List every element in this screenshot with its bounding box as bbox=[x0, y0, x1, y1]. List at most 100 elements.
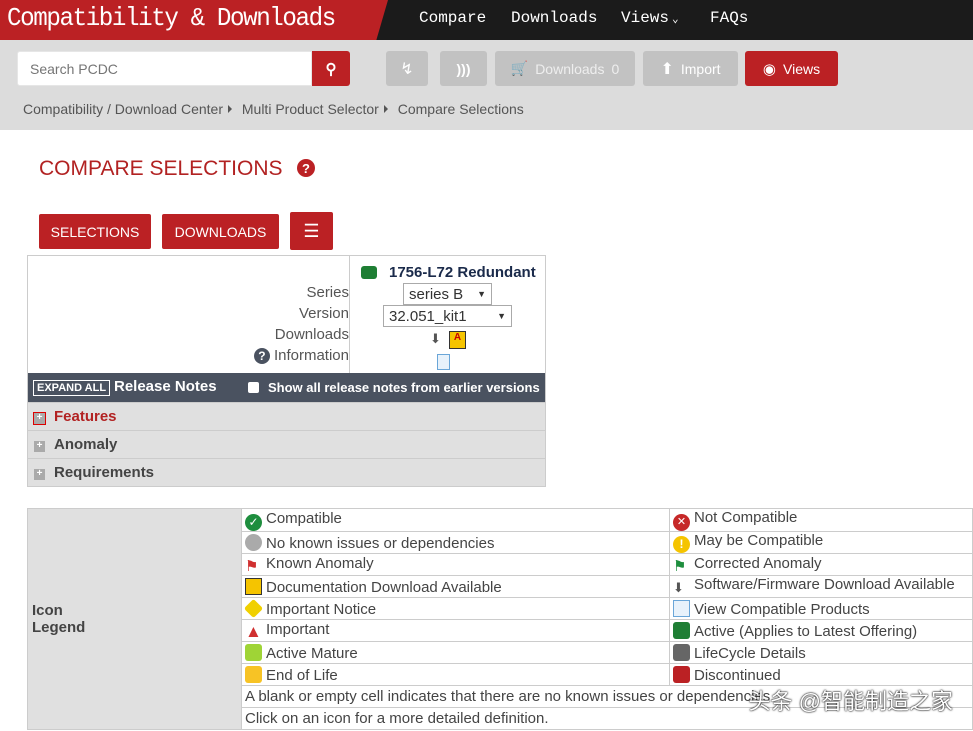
legend-view-compatible[interactable]: View Compatible Products bbox=[669, 597, 973, 620]
active-status-icon[interactable] bbox=[361, 266, 377, 279]
breadcrumb-item[interactable]: Compatibility / Download Center bbox=[23, 101, 223, 117]
download-icon: ⬇ bbox=[673, 580, 684, 595]
product-header: 1756-L72 Redundant bbox=[361, 264, 536, 281]
legend-documentation[interactable]: Documentation Download Available bbox=[241, 575, 670, 598]
view-compatible-products-icon[interactable] bbox=[437, 354, 450, 370]
nav-compare[interactable]: Compare bbox=[419, 9, 486, 27]
section-label: Features bbox=[54, 408, 117, 425]
nav-faqs[interactable]: FAQs bbox=[710, 9, 748, 27]
help-icon[interactable]: ? bbox=[297, 159, 315, 177]
series-value: series B bbox=[409, 285, 464, 303]
cart-icon: 🛒 bbox=[510, 60, 529, 76]
check-icon: ✓ bbox=[245, 513, 262, 531]
active-mature-icon bbox=[245, 643, 262, 661]
section-label: Anomaly bbox=[54, 436, 118, 453]
end-of-life-icon bbox=[245, 665, 262, 683]
exclamation-icon: ! bbox=[673, 536, 690, 553]
rss-icon: ))) bbox=[456, 60, 471, 77]
section-features[interactable]: + Features bbox=[28, 402, 545, 430]
series-label: Series bbox=[306, 284, 349, 301]
eye-icon: ◉ bbox=[762, 60, 776, 78]
legend-known-anomaly[interactable]: ⚑ Known Anomaly bbox=[241, 553, 670, 576]
search-button[interactable]: ⚲ bbox=[312, 51, 350, 86]
legend-important[interactable]: ▲ Important bbox=[241, 619, 670, 642]
expand-icon: + bbox=[33, 412, 46, 425]
legend-active-mature[interactable]: Active Mature bbox=[241, 641, 670, 664]
breadcrumb-current: Compare Selections bbox=[397, 101, 524, 117]
dropdown-arrow-icon: ▼ bbox=[497, 311, 506, 321]
pdf-icon bbox=[245, 577, 262, 595]
software-download-icon[interactable]: ⬇ bbox=[430, 331, 441, 347]
import-label: Import bbox=[680, 60, 721, 77]
caret-right-icon bbox=[227, 105, 232, 113]
legend-compatible[interactable]: ✓ Compatible bbox=[241, 508, 670, 532]
legend-discontinued[interactable]: Discontinued bbox=[669, 663, 973, 686]
warning-icon: ▲ bbox=[245, 622, 262, 641]
upload-icon: ⬆ bbox=[660, 60, 674, 78]
dropdown-arrow-icon: ▼ bbox=[477, 289, 486, 299]
compatible-products-icon bbox=[673, 599, 690, 617]
release-notes-bar: EXPAND ALL Release Notes Show all releas… bbox=[28, 373, 545, 402]
search-input[interactable] bbox=[17, 51, 312, 86]
show-all-checkbox[interactable] bbox=[248, 382, 259, 393]
series-select[interactable]: series B ▼ bbox=[403, 283, 492, 305]
downloads-count: 0 bbox=[611, 60, 620, 77]
section-label: Requirements bbox=[54, 464, 155, 481]
version-value: 32.051_kit1 bbox=[389, 307, 467, 325]
compare-table: Series Version Downloads ? Information 17… bbox=[27, 255, 546, 487]
green-flag-icon: ⚑ bbox=[673, 558, 687, 575]
lifecycle-icon bbox=[673, 643, 690, 661]
brand-logo[interactable]: Compatibility & Downloads bbox=[0, 0, 388, 40]
downloads-label: Downloads bbox=[274, 326, 349, 343]
legend-not-compatible[interactable]: ✕ Not Compatible bbox=[669, 508, 973, 532]
expand-all-button[interactable]: EXPAND ALL bbox=[33, 380, 111, 396]
gray-dot-icon bbox=[245, 533, 262, 551]
downloads-button[interactable]: DOWNLOADS bbox=[162, 214, 279, 249]
information-label: Information bbox=[273, 347, 349, 364]
nav-views[interactable]: Views ⌄ bbox=[621, 9, 679, 27]
red-flag-icon: ⚑ bbox=[245, 558, 259, 575]
brand-title: Compatibility & Downloads bbox=[7, 3, 336, 33]
caret-right-icon bbox=[383, 105, 388, 113]
expand-icon: + bbox=[34, 469, 45, 480]
search-icon: ⚲ bbox=[325, 60, 337, 78]
legend-corrected-anomaly[interactable]: ⚑ Corrected Anomaly bbox=[669, 553, 973, 576]
x-icon: ✕ bbox=[673, 514, 690, 531]
show-all-label[interactable]: Show all release notes from earlier vers… bbox=[268, 380, 540, 395]
legend-active[interactable]: Active (Applies to Latest Offering) bbox=[669, 619, 973, 642]
import-button[interactable]: ⬆ Import bbox=[643, 51, 738, 86]
watermark: 头条 @智能制造之家 bbox=[748, 689, 953, 714]
legend-no-issues[interactable]: No known issues or dependencies bbox=[241, 531, 670, 554]
version-label: Version bbox=[298, 305, 349, 322]
version-select[interactable]: 32.051_kit1 ▼ bbox=[383, 305, 512, 327]
nav-views-label: Views bbox=[621, 9, 670, 27]
quick-button[interactable]: ↯ bbox=[386, 51, 428, 86]
pdf-download-icon[interactable]: A bbox=[449, 331, 466, 349]
page-title: COMPARE SELECTIONS bbox=[39, 157, 283, 180]
downloads-cart-button[interactable]: 🛒 Downloads 0 bbox=[495, 51, 635, 86]
views-button[interactable]: ◉ Views bbox=[745, 51, 838, 86]
section-requirements[interactable]: + Requirements bbox=[28, 458, 545, 486]
product-name: 1756-L72 Redundant bbox=[389, 264, 536, 281]
menu-button[interactable]: ☰ bbox=[290, 212, 333, 250]
selections-button[interactable]: SELECTIONS bbox=[39, 214, 151, 249]
legend-software-download[interactable]: ⬇ Software/Firmware Download Available bbox=[669, 575, 973, 598]
nav-downloads[interactable]: Downloads bbox=[511, 9, 597, 27]
chevron-down-icon: ⌄ bbox=[672, 14, 679, 26]
active-icon bbox=[673, 621, 690, 639]
notice-icon bbox=[243, 598, 264, 618]
info-help-icon[interactable]: ? bbox=[253, 347, 270, 364]
discontinued-icon bbox=[673, 665, 690, 683]
legend-end-of-life[interactable]: End of Life bbox=[241, 663, 670, 686]
release-notes-title: Release Notes bbox=[114, 378, 217, 395]
legend-may-be-compatible[interactable]: ! May be Compatible bbox=[669, 531, 973, 554]
hamburger-icon: ☰ bbox=[303, 220, 320, 241]
breadcrumb-item[interactable]: Multi Product Selector bbox=[242, 101, 379, 117]
views-label: Views bbox=[783, 60, 821, 77]
legend-lifecycle[interactable]: LifeCycle Details bbox=[669, 641, 973, 664]
bolt-icon: ↯ bbox=[400, 60, 414, 78]
legend-important-notice[interactable]: Important Notice bbox=[241, 597, 670, 620]
section-anomaly[interactable]: + Anomaly bbox=[28, 430, 545, 458]
rss-button[interactable]: ))) bbox=[440, 51, 487, 86]
legend-title: Icon Legend bbox=[27, 508, 242, 730]
